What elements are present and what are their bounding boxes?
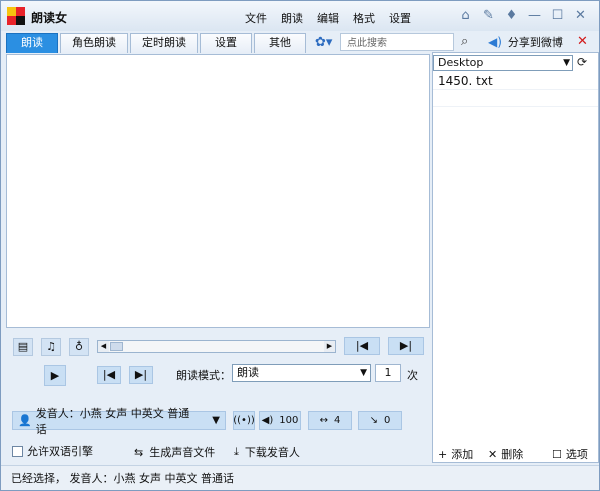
generate-audio-button[interactable]: ⇆ 生成声音文件 bbox=[134, 444, 215, 460]
mode-select[interactable]: 朗读 ▼ bbox=[232, 364, 371, 382]
chevron-down-icon: ▼ bbox=[212, 415, 220, 426]
microphone-icon[interactable]: ♁ bbox=[69, 338, 89, 356]
menu-read[interactable]: 朗读 bbox=[281, 10, 303, 26]
title-bar: 朗读女 文件 朗读 编辑 格式 设置 ⌂ ✎ ♦ — ☐ ✕ bbox=[1, 1, 599, 31]
delete-button[interactable]: ✕ 删除 bbox=[488, 446, 523, 462]
progress-slider[interactable]: ◀ ▶ bbox=[97, 340, 336, 353]
close-icon[interactable]: ✕ bbox=[577, 34, 588, 49]
box-icon: ☐ bbox=[552, 447, 562, 461]
slider-thumb[interactable] bbox=[110, 342, 123, 351]
close-window-icon[interactable]: ✕ bbox=[572, 7, 589, 24]
music-icon[interactable]: ♫ bbox=[41, 338, 61, 356]
options-button[interactable]: ☐ 选项 bbox=[552, 446, 588, 462]
share-label: 分享到微博 bbox=[507, 36, 563, 49]
refresh-icon[interactable]: ⟳ bbox=[577, 55, 587, 69]
mode-value: 朗读 bbox=[237, 366, 259, 379]
options-label: 选项 bbox=[565, 448, 588, 461]
pitch-control[interactable]: ↘ 0 bbox=[358, 411, 402, 430]
repeat-unit-label: 次 bbox=[407, 369, 418, 382]
download-label: 下载发音人 bbox=[244, 446, 300, 459]
scroll-right-icon[interactable]: ▶ bbox=[324, 341, 335, 352]
chevron-down-icon: ▼ bbox=[360, 368, 367, 378]
prev-button[interactable]: |◀ bbox=[97, 366, 121, 384]
menu-settings[interactable]: 设置 bbox=[389, 10, 411, 26]
pitch-value: 0 bbox=[384, 415, 391, 426]
plus-icon: + bbox=[438, 447, 448, 461]
menu-file[interactable]: 文件 bbox=[245, 10, 267, 26]
menu-edit[interactable]: 编辑 bbox=[317, 10, 339, 26]
dual-engine-label: 允许双语引擎 bbox=[27, 445, 93, 458]
scroll-left-icon[interactable]: ◀ bbox=[98, 341, 109, 352]
folder-select[interactable]: Desktop ▼ bbox=[433, 55, 573, 71]
pitch-icon: ↘ bbox=[369, 415, 378, 426]
tools-icon[interactable]: ✎ bbox=[480, 7, 497, 24]
play-button[interactable]: ▶ bbox=[44, 365, 66, 386]
app-logo-icon bbox=[7, 7, 25, 25]
skip-start-button[interactable]: |◀ bbox=[344, 337, 380, 355]
tab-timed-read[interactable]: 定时朗读 bbox=[130, 33, 198, 53]
add-label: 添加 bbox=[451, 448, 474, 461]
file-list: 1450. txt bbox=[433, 73, 598, 107]
voice-label: 发音人：小燕 女声 中英文 普通话 bbox=[35, 406, 190, 436]
text-editor[interactable] bbox=[6, 54, 430, 328]
menu-bar: 文件 朗读 编辑 格式 设置 bbox=[245, 10, 411, 26]
file-panel bbox=[432, 52, 599, 463]
dual-engine-checkbox[interactable]: 允许双语引擎 bbox=[12, 443, 93, 459]
generate-label: 生成声音文件 bbox=[149, 446, 216, 459]
maximize-icon[interactable]: ☐ bbox=[549, 7, 566, 24]
next-button[interactable]: ▶| bbox=[129, 366, 153, 384]
search-input[interactable]: 点此搜索 bbox=[340, 33, 454, 51]
tab-other[interactable]: 其他 bbox=[254, 33, 306, 53]
status-bar: 已经选择， 发音人：小燕 女声 中英文 普通话 bbox=[1, 465, 599, 490]
skin-icon[interactable]: ♦ bbox=[503, 7, 520, 24]
checkbox-box[interactable] bbox=[12, 445, 23, 457]
home-icon[interactable]: ⌂ bbox=[457, 7, 474, 24]
delete-label: 删除 bbox=[501, 448, 524, 461]
convert-icon: ⇆ bbox=[134, 445, 144, 459]
tab-settings[interactable]: 设置 bbox=[200, 33, 252, 53]
speed-icon: ↔ bbox=[319, 415, 328, 426]
chevron-down-icon: ▼ bbox=[563, 58, 570, 68]
share-weibo-button[interactable]: ◀) 分享到微博 bbox=[488, 33, 563, 51]
app-title: 朗读女 bbox=[31, 11, 68, 25]
volume-icon: ◀) bbox=[261, 415, 274, 426]
menu-format[interactable]: 格式 bbox=[353, 10, 375, 26]
speed-control[interactable]: ↔ 4 bbox=[308, 411, 352, 430]
search-icon[interactable]: ⌕ bbox=[461, 33, 477, 51]
add-button[interactable]: + 添加 bbox=[438, 446, 473, 462]
list-item[interactable]: 1450. txt bbox=[433, 73, 598, 90]
mode-label: 朗读模式： bbox=[176, 369, 231, 382]
signal-icon[interactable]: ((•)) bbox=[233, 411, 255, 430]
folder-value: Desktop bbox=[438, 56, 484, 69]
tab-list: 朗读 角色朗读 定时朗读 设置 其他 bbox=[6, 33, 306, 53]
minimize-icon[interactable]: — bbox=[526, 7, 543, 24]
tab-role-read[interactable]: 角色朗读 bbox=[60, 33, 128, 53]
download-voice-button[interactable]: ⤓ 下载发音人 bbox=[234, 444, 300, 460]
list-row-empty bbox=[433, 90, 598, 107]
volume-value: 100 bbox=[279, 415, 299, 426]
speed-value: 4 bbox=[334, 415, 341, 426]
open-file-button[interactable]: ▤ bbox=[13, 338, 33, 356]
skip-end-button[interactable]: ▶| bbox=[388, 337, 424, 355]
app-window: 朗读女 文件 朗读 编辑 格式 设置 ⌂ ✎ ♦ — ☐ ✕ 朗读 角色朗读 定… bbox=[0, 0, 600, 491]
paw-icon[interactable]: ✿▾ bbox=[315, 34, 339, 52]
tab-read[interactable]: 朗读 bbox=[6, 33, 58, 53]
window-controls: ⌂ ✎ ♦ — ☐ ✕ bbox=[457, 7, 589, 24]
x-icon: ✕ bbox=[488, 447, 498, 461]
download-icon: ⤓ bbox=[234, 445, 239, 458]
speaker-icon: ◀) bbox=[488, 35, 502, 49]
volume-control[interactable]: ◀) 100 bbox=[259, 411, 301, 430]
voice-select[interactable]: 👤 发音人：小燕 女声 中英文 普通话 ▼ bbox=[12, 407, 226, 436]
person-icon: 👤 bbox=[18, 414, 32, 427]
repeat-count-input[interactable]: 1 bbox=[375, 364, 401, 382]
